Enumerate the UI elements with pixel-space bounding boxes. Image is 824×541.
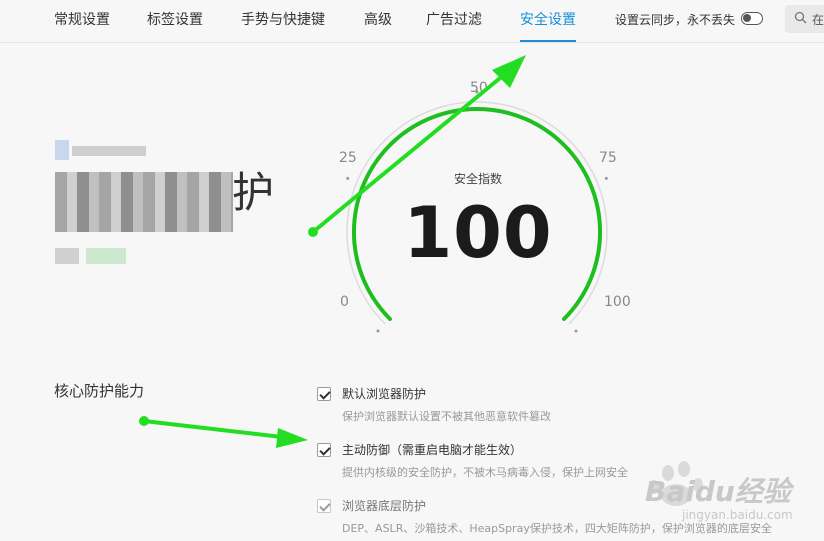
gauge-tick-25: 25 xyxy=(339,150,357,166)
watermark-text: Baidu经验 xyxy=(645,475,791,508)
gauge-tick-75: 75 xyxy=(599,150,617,166)
default-browser-protection-checkbox[interactable] xyxy=(317,387,331,401)
watermark-url: jingyan.baidu.com xyxy=(682,508,793,522)
security-index-label: 安全指数 xyxy=(453,172,502,186)
option-description: 保护浏览器默认设置不被其他恶意软件篡改 xyxy=(342,410,551,423)
option-description: 提供内核级的安全防护，不被木马病毒入侵，保护上网安全 xyxy=(342,466,628,479)
gauge-tick-0: 0 xyxy=(340,294,349,310)
option-label: 主动防御（需重启电脑才能生效） xyxy=(342,443,523,457)
option-label: 浏览器底层防护 xyxy=(342,499,427,513)
gauge-tick-100: 100 xyxy=(604,294,631,310)
gauge-tick-dot-4 xyxy=(574,329,578,333)
core-protection-title: 核心防护能力 xyxy=(54,382,145,400)
option-label: 默认浏览器防护 xyxy=(342,387,427,401)
browser-low-level-protection-checkbox[interactable] xyxy=(317,499,331,513)
gauge-tick-dot-3 xyxy=(604,176,608,180)
gauge-tick-dot-0 xyxy=(376,329,380,333)
active-defense-checkbox[interactable] xyxy=(317,443,331,457)
gauge-tick-50: 50 xyxy=(470,80,488,96)
gauge-tick-dot-1 xyxy=(346,176,350,180)
security-index-value: 100 xyxy=(403,192,553,274)
